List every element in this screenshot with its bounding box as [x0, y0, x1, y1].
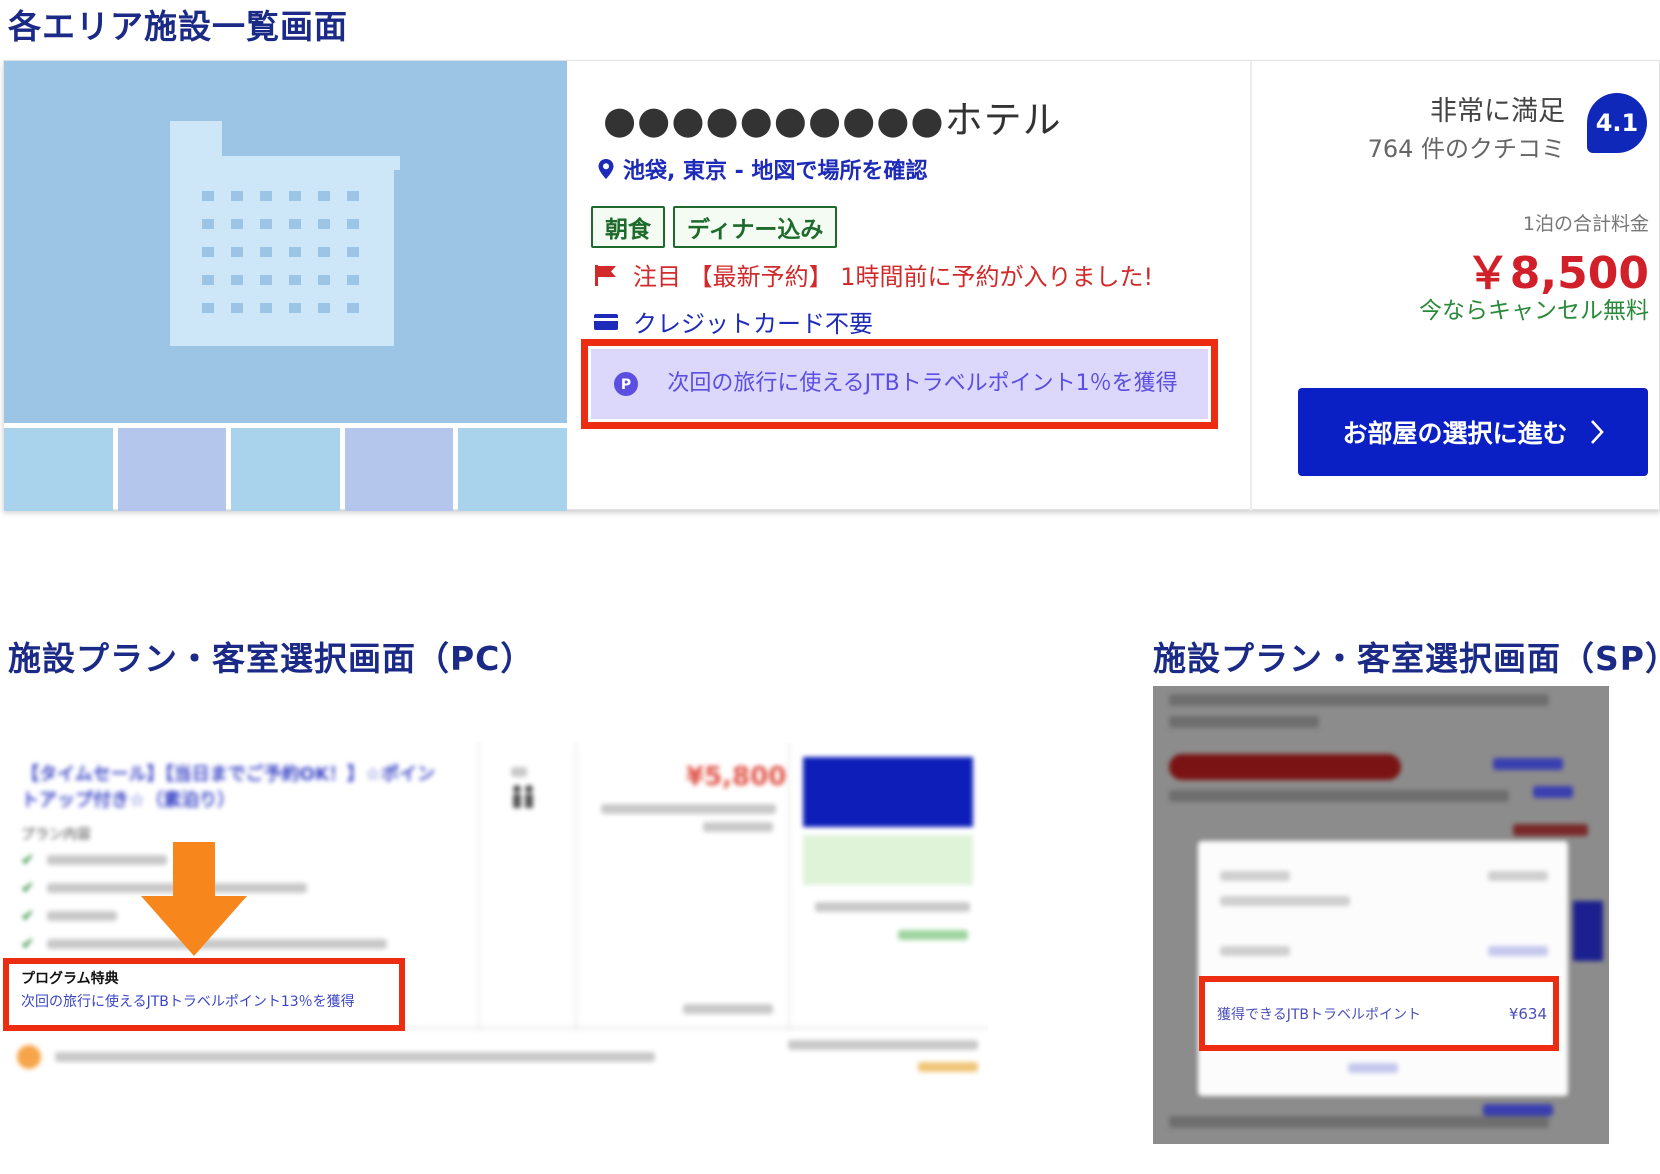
rating-label: 非常に満足: [1430, 96, 1565, 127]
thumbnail-strip: [4, 428, 567, 511]
tag-dinner: ディナー込み: [673, 206, 838, 248]
check-icon: ✔: [21, 850, 35, 869]
notice-text: 注目 【最新予約】 1時間前に予約が入りました!: [633, 263, 1154, 291]
thumbnail[interactable]: [344, 428, 454, 511]
sp-points-highlight: 獲得できるJTBトラベルポイント ¥634: [1199, 976, 1559, 1051]
hotel-photo[interactable]: [4, 61, 567, 423]
guest-icon: [513, 785, 533, 808]
credit-card-note: クレジットカード不要: [593, 304, 873, 339]
amenity-tags: 朝食 ディナー込み: [591, 206, 838, 248]
location-link[interactable]: 池袋, 東京 - 地図で場所を確認: [597, 153, 927, 185]
check-icon: ✔: [21, 906, 35, 925]
sp-modal: [1198, 841, 1568, 1096]
check-icon: ✔: [21, 934, 35, 953]
points-text: 次回の旅行に使えるJTBトラベルポイント1％を獲得: [667, 371, 1178, 396]
section-title-pc: 施設プラン・客室選択画面（PC）: [8, 639, 535, 678]
location-text: 池袋, 東京 - 地図で場所を確認: [623, 159, 928, 184]
points-highlight-box: P 次回の旅行に使えるJTBトラベルポイント1％を獲得: [581, 339, 1218, 429]
select-room-label: お部屋の選択に進む: [1342, 419, 1568, 448]
section-title-list: 各エリア施設一覧画面: [8, 7, 348, 46]
pc-plan-screenshot: 【タイムセール】【当日までご予約OK！】☆ポイントアップ付き☆（素泊り） プラン…: [3, 742, 988, 1087]
point-icon: P: [614, 372, 638, 396]
chevron-right-icon: [1590, 420, 1604, 444]
svg-text:P: P: [621, 377, 631, 393]
credit-card-icon: [594, 313, 618, 330]
building-icon: [170, 121, 400, 346]
program-benefit-box: プログラム特典 次回の旅行に使えるJTBトラベルポイント13％を獲得: [3, 958, 405, 1031]
arrow-down-icon: [141, 842, 247, 956]
pc-credit-note: [803, 835, 973, 885]
pc-reserve-button[interactable]: [803, 757, 973, 827]
price-label: 1泊の合計料金: [1522, 213, 1649, 235]
credit-card-text: クレジットカード不要: [633, 310, 873, 338]
tag-breakfast: 朝食: [591, 206, 665, 248]
map-pin-icon: [598, 159, 614, 179]
rating-badge: 4.1: [1587, 93, 1647, 153]
booking-notice: 注目 【最新予約】 1時間前に予約が入りました!: [593, 257, 1153, 292]
check-icon: ✔: [21, 878, 35, 897]
thumbnail[interactable]: [4, 428, 113, 511]
flag-icon: [595, 264, 616, 286]
sp-plan-screenshot: 獲得できるJTBトラベルポイント ¥634: [1153, 686, 1609, 1144]
price-column: 非常に満足 764 件のクチコミ 4.1 1泊の合計料金 ￥8,500 今ならキ…: [1250, 61, 1660, 511]
sp-points-label: 獲得できるJTBトラベルポイント: [1217, 1006, 1422, 1023]
pc-price: ¥5,800: [686, 762, 787, 792]
coupon-icon: [17, 1045, 41, 1069]
free-cancel-note: 今ならキャンセル無料: [1419, 298, 1649, 324]
thumbnail[interactable]: [458, 428, 567, 511]
thumbnail[interactable]: [231, 428, 340, 511]
thumbnail[interactable]: [117, 428, 227, 511]
sp-points-value: ¥634: [1508, 1004, 1547, 1023]
select-room-button[interactable]: お部屋の選択に進む: [1298, 388, 1648, 476]
review-count-link[interactable]: 764 件のクチコミ: [1368, 129, 1565, 164]
hotel-info: ●●●●●●●●●●ホテル 池袋, 東京 - 地図で場所を確認 朝食 ディナー込…: [567, 61, 1250, 511]
pc-plan-title: 【タイムセール】【当日までご予約OK！】☆ポイントアップ付き☆（素泊り）: [21, 764, 436, 811]
program-benefit-text: 次回の旅行に使えるJTBトラベルポイント13％を獲得: [21, 994, 355, 1010]
program-benefit-label: プログラム特典: [21, 971, 119, 987]
hotel-listing-card[interactable]: ●●●●●●●●●●ホテル 池袋, 東京 - 地図で場所を確認 朝食 ディナー込…: [3, 60, 1660, 511]
section-title-sp: 施設プラン・客室選択画面（SP）: [1153, 639, 1660, 678]
hotel-name[interactable]: ●●●●●●●●●●ホテル: [603, 89, 1062, 144]
